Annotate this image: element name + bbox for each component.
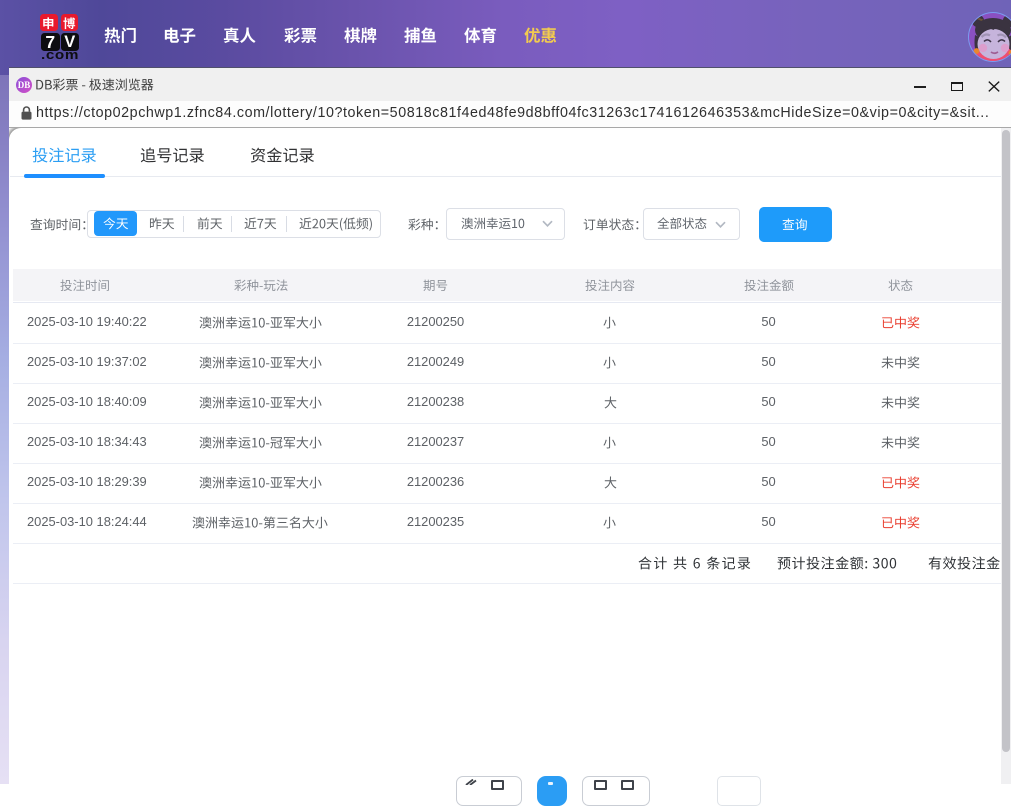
svg-text:DB: DB	[18, 80, 31, 90]
